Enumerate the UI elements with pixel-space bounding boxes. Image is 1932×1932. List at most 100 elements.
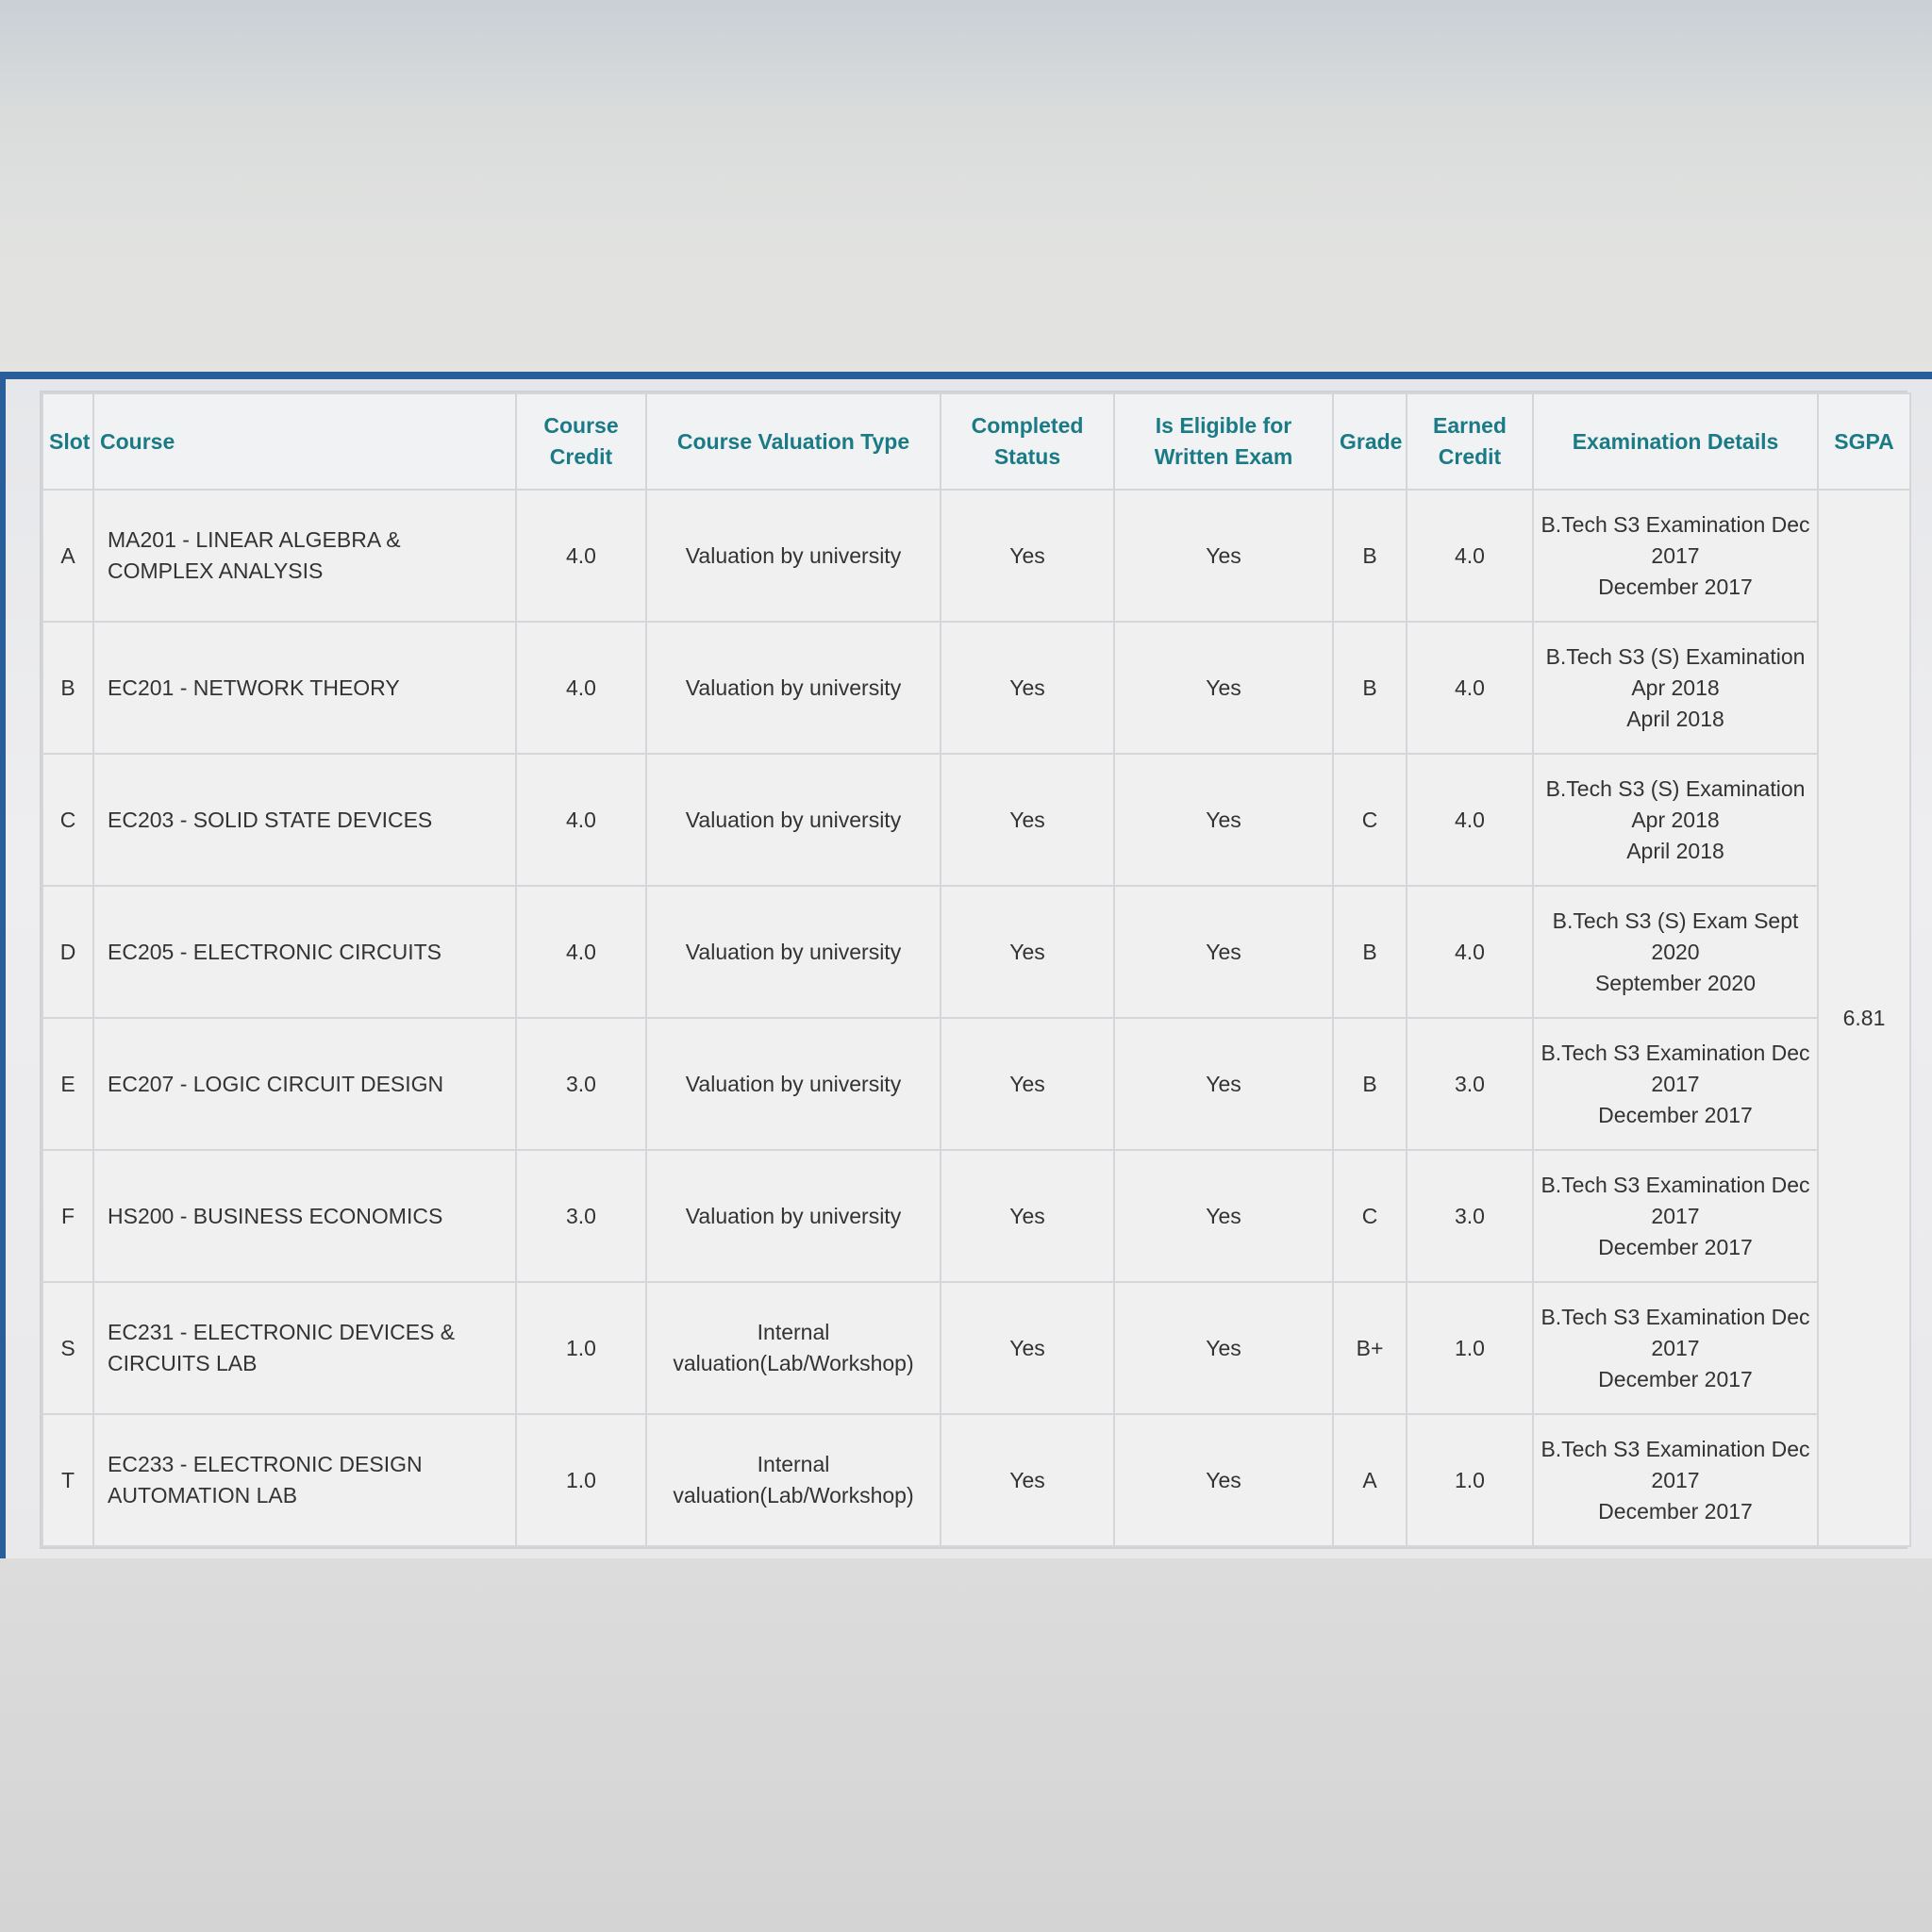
eligible-cell: Yes: [1113, 753, 1334, 887]
valuation-cell: Valuation by university: [645, 1017, 941, 1151]
credit-cell: 4.0: [515, 885, 647, 1019]
slot-cell: C: [42, 753, 94, 887]
course-cell: HS200 - BUSINESS ECONOMICS: [92, 1149, 517, 1283]
exam-month: April 2018: [1626, 838, 1724, 863]
table-row: C EC203 - SOLID STATE DEVICES 4.0 Valuat…: [42, 753, 1910, 887]
earned-credit-cell: 4.0: [1406, 753, 1534, 887]
exam-month: April 2018: [1626, 706, 1724, 731]
table-body: A MA201 - LINEAR ALGEBRA & COMPLEX ANALY…: [42, 489, 1911, 1547]
slot-cell: B: [42, 621, 94, 755]
completed-cell: Yes: [940, 489, 1115, 623]
course-cell: EC205 - ELECTRONIC CIRCUITS: [92, 885, 517, 1019]
eligible-cell: Yes: [1113, 1413, 1334, 1547]
exam-details-cell: B.Tech S3 (S) Exam Sept 2020 September 20…: [1532, 885, 1819, 1019]
table-row: T EC233 - ELECTRONIC DESIGN AUTOMATION L…: [42, 1413, 1910, 1547]
slot-cell: E: [42, 1017, 94, 1151]
course-cell: EC203 - SOLID STATE DEVICES: [92, 753, 517, 887]
table-row: B EC201 - NETWORK THEORY 4.0 Valuation b…: [42, 621, 1910, 755]
valuation-cell: Valuation by university: [645, 753, 941, 887]
slot-cell: F: [42, 1149, 94, 1283]
earned-credit-cell: 4.0: [1406, 489, 1534, 623]
grade-cell: B: [1332, 489, 1407, 623]
header-slot: Slot: [42, 392, 94, 491]
credit-cell: 1.0: [515, 1281, 647, 1415]
exam-month: September 2020: [1594, 970, 1757, 995]
earned-credit-cell: 3.0: [1406, 1149, 1534, 1283]
exam-name: B.Tech S3 (S) Exam Sept 2020: [1552, 908, 1799, 964]
grade-cell: B: [1332, 885, 1407, 1019]
completed-cell: Yes: [940, 621, 1115, 755]
course-cell: EC201 - NETWORK THEORY: [92, 621, 517, 755]
completed-cell: Yes: [940, 885, 1115, 1019]
credit-cell: 4.0: [515, 489, 647, 623]
eligible-cell: Yes: [1113, 1149, 1334, 1283]
credit-cell: 3.0: [515, 1149, 647, 1283]
table-row: S EC231 - ELECTRONIC DEVICES & CIRCUITS …: [42, 1281, 1910, 1415]
exam-details-cell: B.Tech S3 Examination Dec 2017 December 2…: [1532, 1149, 1819, 1283]
header-row: Slot Course Course Credit Course Valuati…: [42, 392, 1911, 491]
course-cell: EC233 - ELECTRONIC DESIGN AUTOMATION LAB: [92, 1413, 517, 1547]
exam-name: B.Tech S3 Examination Dec 2017: [1541, 1040, 1810, 1096]
results-panel: Slot Course Course Credit Course Valuati…: [0, 372, 1932, 1558]
course-cell: EC207 - LOGIC CIRCUIT DESIGN: [92, 1017, 517, 1151]
slot-cell: D: [42, 885, 94, 1019]
earned-credit-cell: 3.0: [1406, 1017, 1534, 1151]
exam-name: B.Tech S3 (S) Examination Apr 2018: [1545, 643, 1806, 700]
grade-cell: B: [1332, 1017, 1407, 1151]
course-cell: MA201 - LINEAR ALGEBRA & COMPLEX ANALYSI…: [92, 489, 517, 623]
valuation-cell: Valuation by university: [645, 885, 941, 1019]
header-course-credit: Course Credit: [515, 392, 647, 491]
desk-surface: [0, 1558, 1932, 1932]
valuation-cell: Internal valuation(Lab/Workshop): [645, 1413, 941, 1547]
eligible-cell: Yes: [1113, 1017, 1334, 1151]
slot-cell: T: [42, 1413, 94, 1547]
table-row: D EC205 - ELECTRONIC CIRCUITS 4.0 Valuat…: [42, 885, 1910, 1019]
header-course: Course: [92, 392, 517, 491]
exam-details-cell: B.Tech S3 (S) Examination Apr 2018 April …: [1532, 621, 1819, 755]
sgpa-cell: 6.81: [1817, 489, 1911, 1547]
exam-month: December 2017: [1598, 574, 1753, 599]
valuation-cell: Valuation by university: [645, 621, 941, 755]
eligible-cell: Yes: [1113, 1281, 1334, 1415]
results-table: Slot Course Course Credit Course Valuati…: [42, 392, 1911, 1547]
exam-details-cell: B.Tech S3 Examination Dec 2017 December 2…: [1532, 1413, 1819, 1547]
completed-cell: Yes: [940, 753, 1115, 887]
header-completed-status: Completed Status: [940, 392, 1115, 491]
course-cell: EC231 - ELECTRONIC DEVICES & CIRCUITS LA…: [92, 1281, 517, 1415]
earned-credit-cell: 4.0: [1406, 885, 1534, 1019]
exam-name: B.Tech S3 Examination Dec 2017: [1541, 1172, 1810, 1228]
header-sgpa: SGPA: [1817, 392, 1911, 491]
credit-cell: 4.0: [515, 621, 647, 755]
eligible-cell: Yes: [1113, 885, 1334, 1019]
grade-cell: B: [1332, 621, 1407, 755]
slot-cell: A: [42, 489, 94, 623]
slot-cell: S: [42, 1281, 94, 1415]
header-valuation-type: Course Valuation Type: [645, 392, 941, 491]
table-row: E EC207 - LOGIC CIRCUIT DESIGN 3.0 Valua…: [42, 1017, 1910, 1151]
eligible-cell: Yes: [1113, 489, 1334, 623]
exam-name: B.Tech S3 Examination Dec 2017: [1541, 511, 1810, 568]
grade-cell: C: [1332, 1149, 1407, 1283]
earned-credit-cell: 1.0: [1406, 1413, 1534, 1547]
header-grade: Grade: [1332, 392, 1407, 491]
completed-cell: Yes: [940, 1017, 1115, 1151]
completed-cell: Yes: [940, 1413, 1115, 1547]
earned-credit-cell: 4.0: [1406, 621, 1534, 755]
exam-month: December 2017: [1598, 1234, 1753, 1259]
header-eligible: Is Eligible for Written Exam: [1113, 392, 1334, 491]
credit-cell: 4.0: [515, 753, 647, 887]
credit-cell: 3.0: [515, 1017, 647, 1151]
table-row: A MA201 - LINEAR ALGEBRA & COMPLEX ANALY…: [42, 489, 1911, 1547]
grade-cell: A: [1332, 1413, 1407, 1547]
exam-month: December 2017: [1598, 1498, 1753, 1524]
exam-month: December 2017: [1598, 1102, 1753, 1127]
exam-name: B.Tech S3 (S) Examination Apr 2018: [1545, 775, 1806, 832]
grade-cell: C: [1332, 753, 1407, 887]
exam-month: December 2017: [1598, 1366, 1753, 1391]
completed-cell: Yes: [940, 1149, 1115, 1283]
exam-details-cell: B.Tech S3 Examination Dec 2017 December 2…: [1532, 1017, 1819, 1151]
table-row: F HS200 - BUSINESS ECONOMICS 3.0 Valuati…: [42, 1149, 1910, 1283]
grade-cell: B+: [1332, 1281, 1407, 1415]
valuation-cell: Valuation by university: [645, 1149, 941, 1283]
credit-cell: 1.0: [515, 1413, 647, 1547]
